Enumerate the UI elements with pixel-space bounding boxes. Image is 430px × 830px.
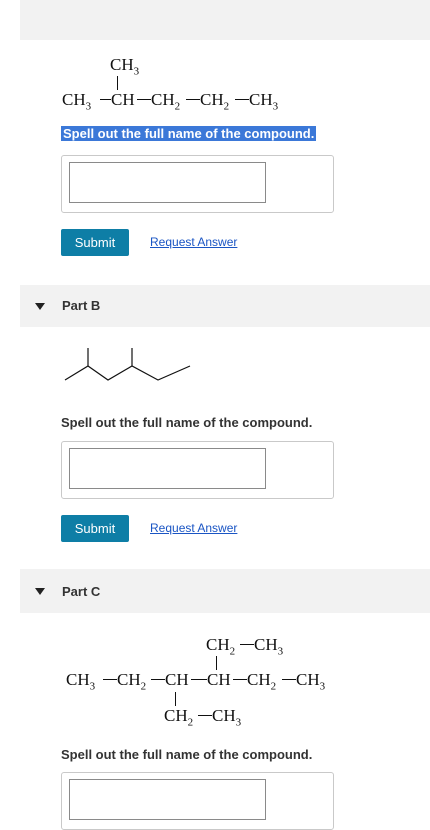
part-a-chain-5: CH3	[249, 90, 279, 113]
part-a-chain-2: CH	[111, 90, 135, 109]
part-c-chain-5: CH2	[247, 670, 277, 693]
part-a-chain-1: CH3	[62, 90, 92, 113]
part-a-chain-3: CH2	[151, 90, 181, 113]
part-c-bottom-branch-2: CH3	[212, 706, 242, 729]
part-a-bond-4	[235, 99, 249, 100]
part-a-request-answer-link[interactable]: Request Answer	[150, 235, 237, 249]
part-c-top-branch-bond	[240, 644, 254, 645]
part-c-bond-4	[233, 679, 247, 680]
part-b-answer-field[interactable]	[69, 448, 266, 489]
part-c-bond-1	[103, 679, 117, 680]
part-c-chain-6: CH3	[296, 670, 326, 693]
part-a-chain-4: CH2	[200, 90, 230, 113]
part-a-bond-1	[100, 99, 111, 100]
part-c-chain-3: CH	[165, 670, 189, 689]
part-c-chain-4: CH	[207, 670, 231, 689]
part-c-top-vertical-bond	[216, 656, 217, 670]
part-a-submit-button[interactable]: Submit	[61, 229, 129, 256]
part-b-skeletal-structure	[64, 348, 191, 381]
part-a-bond-3	[186, 99, 200, 100]
part-c-prompt: Spell out the full name of the compound.	[61, 747, 313, 762]
part-c-bond-3	[191, 679, 207, 680]
part-c-top-branch-2: CH3	[254, 635, 284, 658]
part-b-title: Part B	[62, 298, 101, 313]
part-c-answer-field[interactable]	[69, 779, 266, 820]
part-c-bond-5	[282, 679, 296, 680]
part-a-prompt: Spell out the full name of the compound.	[61, 126, 317, 141]
part-c-chain-2: CH2	[117, 670, 147, 693]
collapse-triangle-icon[interactable]	[35, 588, 45, 595]
part-b-prompt: Spell out the full name of the compound.	[61, 415, 313, 430]
part-b-request-answer-link[interactable]: Request Answer	[150, 521, 237, 535]
part-c-title: Part C	[62, 584, 101, 599]
part-c-bottom-vertical-bond	[175, 692, 176, 706]
part-a-branch-ch3: CH3	[110, 55, 140, 78]
collapse-triangle-icon[interactable]	[35, 303, 45, 310]
part-a-structure: CH3 CH3 CH CH2 CH2 CH3	[0, 0, 430, 120]
part-c-top-branch-1: CH2	[206, 635, 236, 658]
part-c-bond-2	[151, 679, 165, 680]
part-c-chain-1: CH3	[66, 670, 96, 693]
part-a-answer-field[interactable]	[69, 162, 266, 203]
part-a-bond-2	[137, 99, 151, 100]
part-c-structure: CH2 CH3 CH3 CH2 CH CH CH2 CH3 CH2 CH3	[0, 630, 430, 730]
part-a-vertical-bond	[117, 76, 118, 90]
part-b-submit-button[interactable]: Submit	[61, 515, 129, 542]
part-c-bottom-branch-1: CH2	[164, 706, 194, 729]
part-c-bottom-branch-bond	[198, 715, 212, 716]
